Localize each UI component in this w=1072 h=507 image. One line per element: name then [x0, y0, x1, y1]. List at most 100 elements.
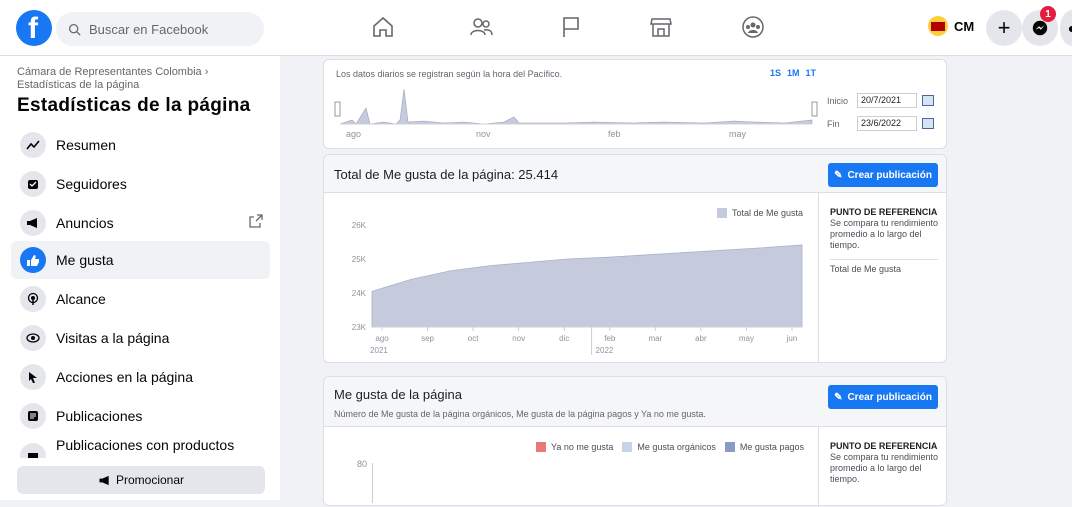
x-tick-label: mar	[648, 334, 662, 343]
x-tick-label: nov	[512, 334, 525, 343]
notification-badge: 1	[1040, 6, 1056, 22]
timeline-note: Los datos diarios se registran según la …	[336, 69, 563, 79]
tick-label: feb	[608, 129, 621, 139]
flag-icon[interactable]	[558, 14, 584, 40]
facebook-logo-icon[interactable]: f	[16, 10, 52, 46]
benchmark-panel: PUNTO DE REFERENCIA Se compara tu rendim…	[830, 441, 942, 485]
bell-icon: ●	[1068, 20, 1072, 36]
sidebar-item-visitas[interactable]: Visitas a la página	[11, 319, 270, 357]
shop-icon	[20, 443, 46, 458]
range-1t[interactable]: 1T	[806, 68, 817, 78]
sidebar-item-seguidores[interactable]: Seguidores	[11, 165, 270, 203]
sidebar: Cámara de Representantes Colombia › Esta…	[0, 56, 280, 500]
chart-legend: Total de Me gusta	[717, 208, 803, 218]
home-icon[interactable]	[370, 14, 396, 40]
card-title: Total de Me gusta de la página: 25.414	[334, 167, 559, 182]
range-handle-left	[334, 101, 341, 117]
plus-icon: +	[997, 15, 1011, 40]
tick-label: nov	[476, 129, 491, 139]
create-post-label: Crear publicación	[847, 391, 932, 403]
range-1m[interactable]: 1M	[787, 68, 800, 78]
breadcrumb[interactable]: Cámara de Representantes Colombia › Esta…	[17, 66, 267, 92]
sidebar-item-alcance[interactable]: Alcance	[11, 280, 270, 318]
x-tick-label: sep	[421, 334, 434, 343]
card-subtitle: Número de Me gusta de la página orgánico…	[334, 409, 706, 419]
start-date-input[interactable]: 20/7/2021	[857, 93, 917, 108]
sidebar-item-label: Publicaciones con productos	[56, 437, 235, 453]
reach-icon	[20, 286, 46, 312]
legend-item: Me gusta pagos	[739, 442, 804, 452]
create-post-button[interactable]: ✎ Crear publicación	[828, 385, 938, 409]
notifications-button[interactable]: ●	[1060, 10, 1072, 46]
thumbs-up-icon	[20, 247, 46, 273]
calendar-icon[interactable]	[922, 95, 934, 106]
sidebar-item-label: Publicaciones	[56, 408, 143, 424]
search-placeholder: Buscar en Facebook	[89, 21, 209, 37]
avatar	[928, 16, 948, 36]
page-title: Estadísticas de la página	[17, 95, 251, 116]
sidebar-item-publicaciones[interactable]: Publicaciones	[11, 397, 270, 435]
x-tick-label: feb	[604, 334, 616, 343]
sidebar-item-label: Me gusta	[56, 252, 114, 268]
range-selector: 1S 1M 1T	[770, 68, 816, 78]
likes-area-chart: 26K 25K 24K 23K ago sep oct nov dic feb mar abr may j…	[352, 221, 803, 355]
trend-icon	[20, 132, 46, 158]
calendar-icon[interactable]	[922, 118, 934, 129]
benchmark-text: Se compara tu rendimiento promedio a lo …	[830, 452, 939, 484]
marketplace-icon[interactable]	[648, 14, 674, 40]
sidebar-item-acciones[interactable]: Acciones en la página	[11, 358, 270, 396]
external-link-icon[interactable]	[248, 213, 264, 229]
megaphone-icon	[99, 475, 109, 485]
legend-swatch	[724, 442, 735, 452]
x-tick-label: may	[739, 334, 754, 343]
benchmark-title: PUNTO DE REFERENCIA	[830, 441, 938, 451]
benchmark-series: Total de Me gusta	[830, 264, 902, 274]
timeline-card: Los datos diarios se registran según la …	[323, 59, 947, 149]
create-post-label: Crear publicación	[847, 169, 932, 181]
groups-icon[interactable]	[740, 14, 766, 40]
timeline-sparkline[interactable]	[334, 84, 818, 128]
year-label: 2022	[596, 346, 614, 355]
legend-item: Total de Me gusta	[732, 208, 804, 218]
legend-swatch	[536, 442, 546, 452]
sidebar-item-productos[interactable]: Publicaciones con productos	[11, 434, 270, 458]
eye-icon	[20, 325, 46, 351]
tick-label: may	[729, 129, 747, 139]
total-likes-card: Total de Me gusta de la página: 25.414 ✎…	[323, 154, 947, 363]
card-title: Me gusta de la página	[334, 387, 462, 402]
range-1s[interactable]: 1S	[770, 68, 781, 78]
sidebar-item-label: Seguidores	[56, 176, 127, 192]
end-date-input[interactable]: 23/6/2022	[857, 116, 917, 131]
sidebar-item-label: Alcance	[56, 291, 106, 307]
legend-item: Me gusta orgánicos	[637, 442, 716, 452]
search-input[interactable]: Buscar en Facebook	[56, 12, 264, 46]
tick-label: ago	[346, 129, 362, 139]
sidebar-item-resumen[interactable]: Resumen	[11, 126, 270, 164]
promote-button[interactable]: Promocionar	[17, 466, 265, 494]
legend-swatch	[717, 208, 727, 218]
start-label: Inicio	[827, 96, 849, 106]
profile-name: CM	[954, 18, 975, 34]
benchmark-title: PUNTO DE REFERENCIA	[830, 207, 938, 217]
benchmark-text: Se compara tu rendimiento promedio a lo …	[830, 218, 939, 250]
legend-item: Ya no me gusta	[551, 442, 614, 452]
create-post-button[interactable]: ✎ Crear publicación	[828, 163, 938, 187]
create-plus-button[interactable]: +	[986, 10, 1022, 46]
sidebar-item-anuncios[interactable]: Anuncios	[11, 204, 270, 242]
promote-label: Promocionar	[115, 473, 185, 487]
posts-icon	[20, 403, 46, 429]
x-tick-label: ago	[375, 334, 389, 343]
benchmark-panel: PUNTO DE REFERENCIA Se compara tu rendim…	[830, 207, 942, 251]
pencil-icon: ✎	[834, 391, 843, 403]
profile-shortcut[interactable]: CM	[928, 16, 974, 36]
y-tick-label: 26K	[352, 221, 367, 230]
search-icon	[68, 23, 81, 36]
chart-legend: Ya no me gusta Me gusta orgánicos Me gus…	[536, 442, 804, 452]
sidebar-item-me-gusta[interactable]: Me gusta	[11, 241, 270, 279]
followers-icon	[20, 171, 46, 197]
top-bar: f Buscar en Facebook CM + 1 ●	[0, 0, 1072, 56]
x-tick-label: oct	[468, 334, 479, 343]
range-handle-right	[811, 101, 818, 117]
y-tick-label: 25K	[352, 255, 367, 264]
friends-icon[interactable]	[468, 14, 494, 40]
